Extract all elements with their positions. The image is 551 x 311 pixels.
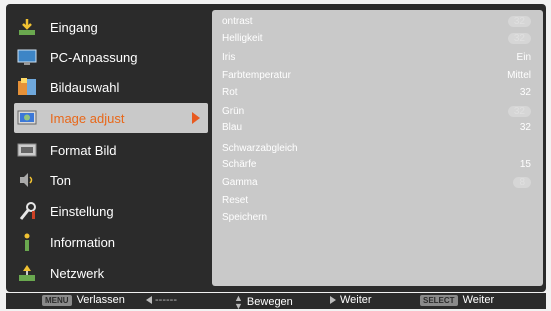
select-key-icon: SELECT — [420, 294, 458, 306]
setting-label: Gamma — [222, 177, 258, 188]
setting-value: 32 — [507, 33, 531, 44]
setting-value: 32 — [507, 106, 531, 117]
network-icon — [16, 262, 38, 284]
setting-label: Schwarzabgleich — [222, 143, 298, 154]
image-adjust-panel: ontrast 32 Helligkeit 32 Iris Ein Farbte… — [212, 10, 543, 286]
menu-item-label: Format Bild — [50, 142, 117, 158]
menu-item-eingang[interactable]: Eingang — [14, 12, 208, 42]
menu-key-icon: MENU — [42, 294, 72, 306]
setting-label: Farbtemperatur — [222, 70, 291, 81]
help-move: ▲ ▼ Bewegen — [234, 293, 293, 311]
menu-item-label: Netzwerk — [50, 265, 105, 281]
setting-label: Reset — [222, 195, 249, 206]
input-download-icon — [16, 16, 38, 38]
screen-format-icon — [16, 139, 38, 161]
menu-item-format-bild[interactable]: Format Bild — [14, 135, 208, 165]
menu-item-label: Eingang — [50, 19, 98, 35]
menu-item-bildauswahl[interactable]: Bildauswahl — [14, 72, 208, 102]
speaker-icon — [16, 169, 38, 191]
help-select: SELECT Weiter — [420, 294, 494, 306]
setting-label: Blau — [222, 122, 243, 133]
right-arrow-icon — [330, 296, 336, 304]
setting-value: 15 — [519, 159, 531, 170]
menu-item-label: PC-Anpassung — [50, 49, 138, 65]
wrench-icon — [16, 200, 38, 222]
setting-label: Helligkeit — [222, 33, 263, 44]
setting-value: 32 — [519, 87, 531, 98]
osd-menu: Eingang PC-Anpassung Bildauswahl Image a… — [6, 4, 546, 292]
help-exit: MENU Verlassen — [42, 294, 125, 306]
setting-value: 8 — [513, 177, 531, 188]
setting-label: Speichern — [222, 212, 268, 223]
help-back-dashes: ------ — [155, 294, 177, 306]
menu-item-pc-anpassung[interactable]: PC-Anpassung — [14, 42, 208, 72]
menu-item-image-adjust[interactable]: Image adjust — [14, 103, 208, 133]
main-menu: Eingang PC-Anpassung Bildauswahl Image a… — [14, 10, 208, 288]
setting-label: Grün — [222, 106, 245, 117]
menu-item-netzwerk[interactable]: Netzwerk — [14, 258, 208, 288]
setting-value: Ein — [516, 52, 531, 63]
setting-value: 32 — [507, 16, 531, 27]
menu-item-label: Ton — [50, 172, 71, 188]
setting-label: Iris — [222, 52, 236, 63]
menu-item-label: Image adjust — [50, 110, 125, 126]
help-next-label: Weiter — [340, 294, 372, 306]
setting-label: ontrast — [222, 16, 253, 27]
setting-value: Mittel — [507, 70, 531, 81]
menu-item-label: Information — [50, 234, 116, 250]
help-exit-label: Verlassen — [76, 294, 125, 306]
setting-label: Schärfe — [222, 159, 257, 170]
help-next: Weiter — [330, 294, 372, 306]
help-back: ------ — [146, 294, 177, 306]
info-icon — [16, 231, 38, 253]
picture-select-icon — [16, 76, 38, 98]
menu-item-label: Einstellung — [50, 203, 114, 219]
pc-monitor-icon — [16, 46, 38, 68]
submenu-arrow-icon — [192, 112, 200, 124]
bottom-help-bar: MENU Verlassen ------ ▲ ▼ Bewegen Weiter … — [6, 293, 546, 311]
up-down-arrows-icon: ▲ ▼ — [234, 293, 243, 311]
menu-item-ton[interactable]: Ton — [14, 165, 208, 195]
setting-value: 32 — [519, 122, 531, 133]
help-select-label: Weiter — [462, 294, 495, 306]
left-arrow-icon — [146, 296, 152, 304]
help-move-label: Bewegen — [246, 296, 293, 308]
image-adjust-icon — [16, 107, 38, 129]
menu-item-information[interactable]: Information — [14, 227, 208, 257]
menu-item-label: Bildauswahl — [50, 79, 120, 95]
setting-label: Rot — [222, 87, 238, 98]
menu-item-einstellung[interactable]: Einstellung — [14, 196, 208, 226]
